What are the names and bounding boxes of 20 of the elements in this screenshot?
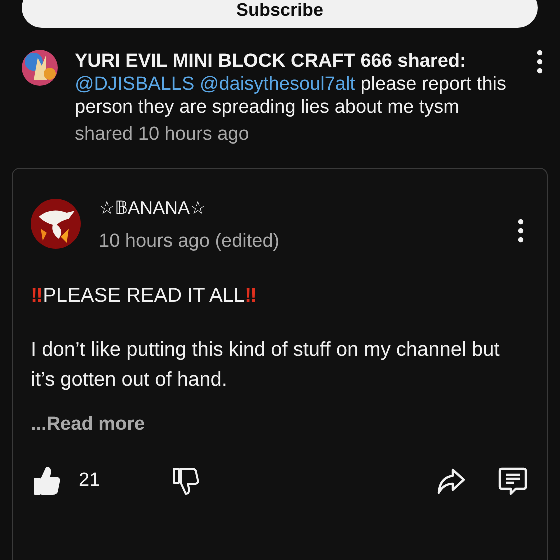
subscribe-button[interactable]: Subscribe [22,0,538,28]
post-text: @DJISBALLS @daisythesoul7alt please report this person they are spreading lies about me tysm [75,73,508,119]
shared-heading: YURI EVIL MINI BLOCK CRAFT 666 shared: [75,50,468,73]
avatar[interactable] [22,50,58,86]
mention-link[interactable]: @daisythesoul7alt [200,74,356,95]
read-more-link[interactable]: ...Read more [31,410,146,439]
avatar[interactable] [31,199,81,249]
exclamation-icon: ‼ [245,284,258,306]
reply-icon[interactable] [497,465,529,497]
like-icon[interactable] [31,465,63,497]
more-options-icon[interactable] [536,50,544,74]
exclamation-icon: ‼ [31,284,44,306]
comment-body: I don’t like putting this kind of stuff on my channel but it’s gotten out of hand. [31,338,501,392]
author-name[interactable]: ☆𝔹ANANA☆ [99,195,499,222]
more-options-icon[interactable] [517,219,525,243]
comment-time: 10 hours ago (edited) [99,230,281,254]
post-time: shared 10 hours ago [75,123,250,146]
like-count: 21 [79,468,100,493]
comment-headline: PLEASE READ IT ALL [43,284,246,306]
mention-link[interactable]: @DJISBALLS [75,74,195,95]
